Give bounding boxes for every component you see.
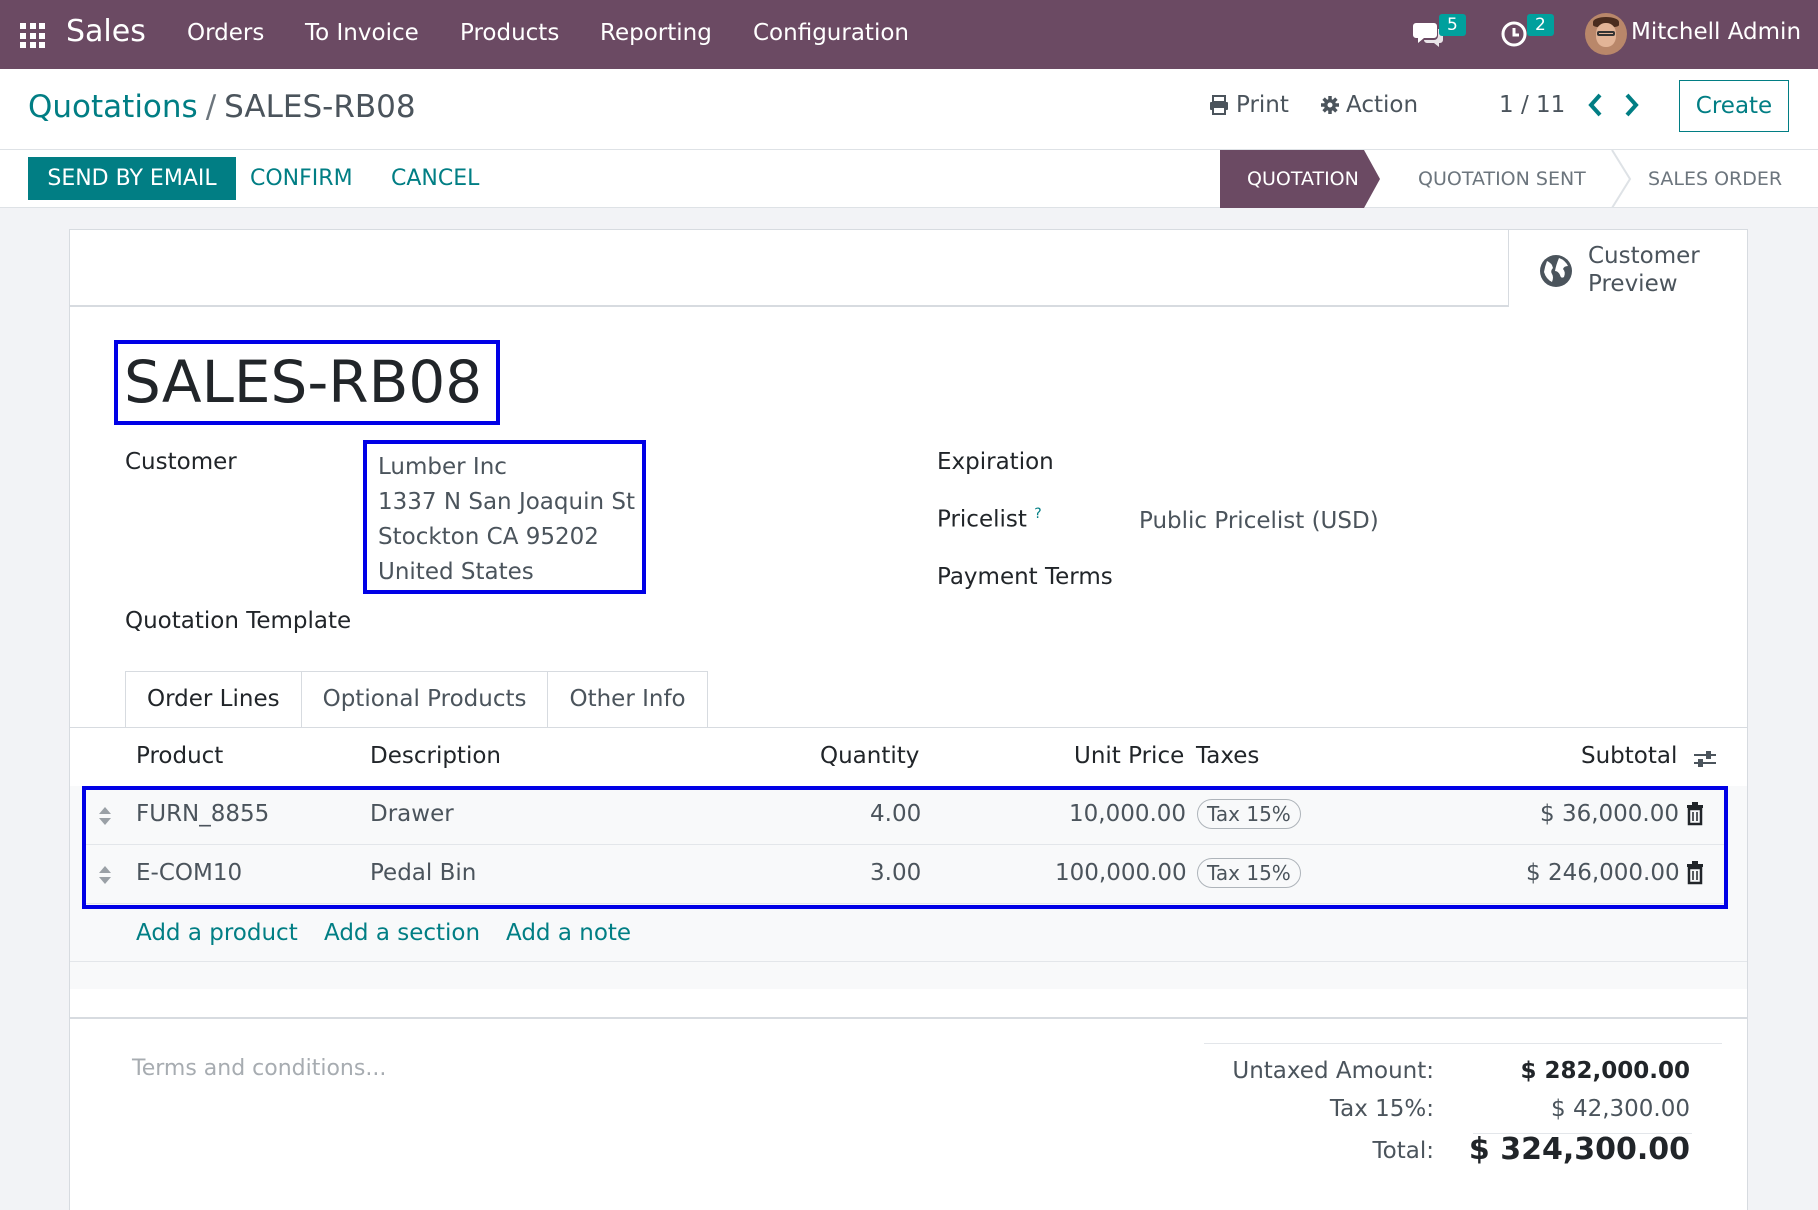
add-product-link[interactable]: Add a product (136, 920, 298, 946)
top-navbar: Sales Orders To Invoice Products Reporti… (0, 0, 1818, 69)
menu-orders[interactable]: Orders (187, 20, 264, 46)
totals-top-divider (1204, 1043, 1722, 1044)
notebook-tabs: Order Lines Optional Products Other Info (125, 671, 708, 728)
tax-value: $ 42,300.00 (1551, 1096, 1690, 1122)
status-bar: SEND BY EMAIL CONFIRM CANCEL QUOTATION Q… (0, 150, 1818, 208)
col-header-taxes[interactable]: Taxes (1196, 743, 1259, 769)
send-by-email-button[interactable]: SEND BY EMAIL (28, 157, 236, 200)
pricelist-label: Pricelist ? (937, 506, 1042, 533)
quotation-template-label: Quotation Template (125, 608, 352, 634)
breadcrumb-separator: / (205, 89, 217, 125)
pager-value[interactable]: 1 / 11 (1499, 92, 1565, 118)
breadcrumb-quotations[interactable]: Quotations (28, 89, 198, 125)
activities-badge: 2 (1527, 14, 1554, 36)
stage-quotation[interactable]: QUOTATION (1220, 150, 1380, 208)
menu-reporting[interactable]: Reporting (600, 20, 712, 46)
avatar (1585, 13, 1627, 55)
col-header-unit-price[interactable]: Unit Price (1074, 743, 1184, 769)
add-note-link[interactable]: Add a note (506, 920, 631, 946)
stage-quotation-sent[interactable]: QUOTATION SENT (1418, 150, 1586, 208)
tab-optional-products[interactable]: Optional Products (301, 671, 549, 728)
menu-to-invoice[interactable]: To Invoice (305, 20, 419, 46)
control-panel: Quotations / SALES-RB08 Print Action 1 / 1… (0, 69, 1818, 150)
print-label: Print (1236, 92, 1289, 118)
record-title: SALES-RB08 (124, 348, 483, 416)
cancel-button[interactable]: CANCEL (391, 157, 479, 200)
address-line: Lumber Inc (378, 454, 507, 480)
button-box: Customer Preview (70, 230, 1747, 307)
customer-preview-button[interactable]: Customer Preview (1508, 230, 1747, 307)
address-line: Stockton CA 95202 (378, 524, 599, 550)
messages-button[interactable]: 5 (1412, 14, 1466, 54)
pricelist-field[interactable]: Public Pricelist (USD) (1139, 508, 1379, 534)
confirm-button[interactable]: CONFIRM (250, 157, 353, 200)
globe-icon (1540, 255, 1572, 287)
action-button[interactable]: Action (1320, 92, 1418, 118)
gear-icon (1321, 96, 1339, 114)
optional-columns-icon[interactable] (1693, 747, 1717, 771)
col-header-product[interactable]: Product (136, 743, 223, 769)
menu-configuration[interactable]: Configuration (753, 20, 909, 46)
clock-icon (1501, 21, 1527, 47)
activities-button[interactable]: 2 (1500, 14, 1554, 52)
print-icon (1210, 95, 1228, 115)
tab-order-lines[interactable]: Order Lines (125, 671, 302, 728)
breadcrumb: Quotations / SALES-RB08 (28, 89, 416, 125)
customer-preview-line1: Customer (1588, 243, 1700, 269)
chevron-right-icon[interactable] (1618, 89, 1644, 121)
untaxed-label: Untaxed Amount: (1232, 1058, 1434, 1084)
highlight-box-order-lines (82, 786, 1728, 909)
total-value: $ 324,300.00 (1468, 1132, 1690, 1167)
user-name: Mitchell Admin (1631, 19, 1802, 45)
expiration-label: Expiration (937, 449, 1054, 475)
stage-divider (1611, 150, 1632, 208)
address-line: United States (378, 559, 534, 585)
chevron-left-icon[interactable] (1583, 89, 1609, 121)
section-divider (70, 1017, 1747, 1019)
breadcrumb-current: SALES-RB08 (224, 89, 416, 125)
customer-field[interactable]: Lumber Inc 1337 N San Joaquin St Stockto… (378, 450, 635, 590)
tab-divider (70, 727, 1747, 728)
print-button[interactable]: Print (1208, 92, 1289, 118)
col-header-quantity[interactable]: Quantity (820, 743, 919, 769)
total-label: Total: (1372, 1138, 1434, 1164)
address-line: 1337 N San Joaquin St (378, 489, 635, 515)
col-header-subtotal[interactable]: Subtotal (1581, 743, 1677, 769)
action-label: Action (1346, 92, 1419, 118)
apps-grid-icon[interactable] (20, 23, 45, 48)
messages-badge: 5 (1439, 14, 1466, 36)
tax-label: Tax 15%: (1329, 1096, 1434, 1122)
terms-input[interactable]: Terms and conditions... (132, 1056, 386, 1081)
app-name[interactable]: Sales (66, 14, 146, 49)
form-sheet: Customer Preview SALES-RB08 Customer Lum… (69, 229, 1748, 1210)
tab-other-info[interactable]: Other Info (548, 671, 708, 728)
payment-terms-label: Payment Terms (937, 564, 1113, 590)
customer-label: Customer (125, 449, 237, 475)
menu-products[interactable]: Products (460, 20, 559, 46)
help-tooltip-icon[interactable]: ? (1034, 506, 1041, 522)
customer-preview-line2: Preview (1588, 271, 1678, 297)
create-button[interactable]: Create (1679, 80, 1789, 132)
untaxed-value: $ 282,000.00 (1520, 1058, 1690, 1084)
add-section-link[interactable]: Add a section (324, 920, 480, 946)
lines-footer-divider (70, 961, 1747, 962)
col-header-description[interactable]: Description (370, 743, 501, 769)
stage-sales-order[interactable]: SALES ORDER (1648, 150, 1782, 208)
